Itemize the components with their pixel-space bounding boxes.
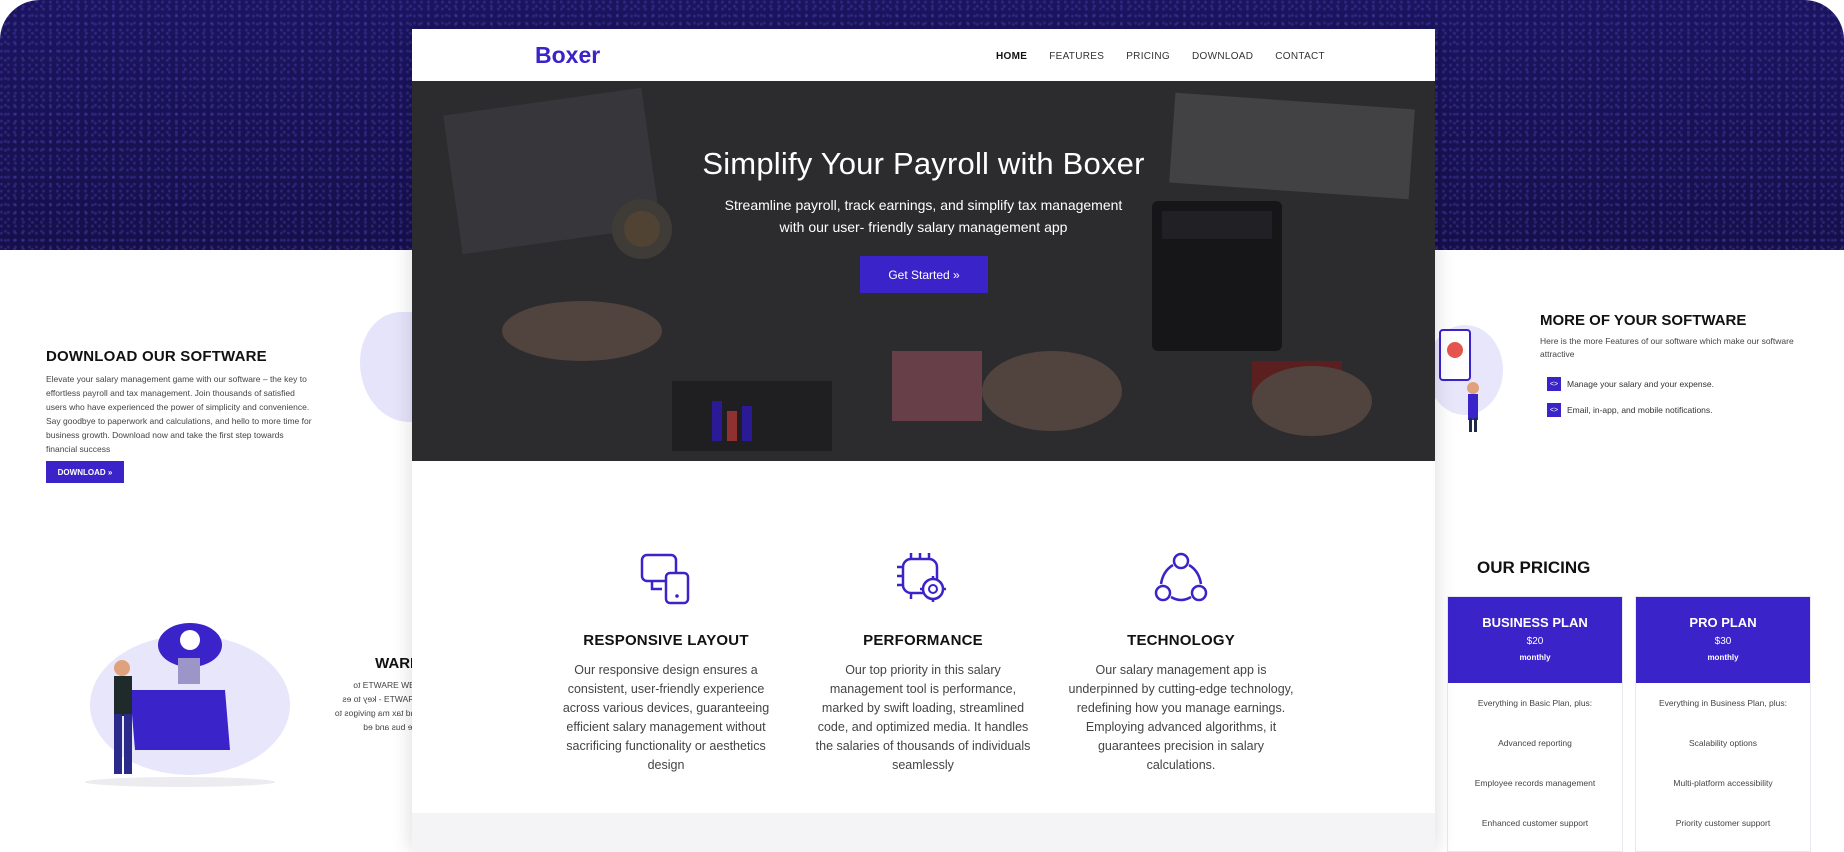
code-icon: <>	[1547, 377, 1561, 391]
more-feature-label: Email, in-app, and mobile notifications.	[1567, 405, 1713, 415]
more-features-title: MORE OF YOUR SOFTWARE	[1540, 312, 1747, 329]
nav-home[interactable]: HOME	[996, 51, 1027, 62]
download-section-title: DOWNLOAD OUR SOFTWARE	[46, 348, 267, 365]
plan-header: BUSINESS PLAN $20 monthly	[1448, 597, 1622, 683]
feature-text: Our salary management app is underpinned…	[1068, 663, 1294, 772]
brand-logo[interactable]: Boxer	[535, 42, 600, 69]
more-feature-item: <> Manage your salary and your expense.	[1547, 377, 1714, 391]
feature-card: RESPONSIVE LAYOUT Our responsive design …	[551, 549, 781, 775]
plan-feature: Everything in Basic Plan, plus:	[1477, 698, 1593, 708]
download-button[interactable]: DOWNLOAD »	[46, 461, 124, 483]
plan-feature: Advanced reporting	[1498, 738, 1572, 748]
code-icon: <>	[1547, 403, 1561, 417]
analytics-illustration	[1435, 325, 1503, 432]
cloud-download-illustration	[85, 623, 290, 787]
showcase-frame: DOWNLOAD OUR SOFTWARE Elevate your salar…	[0, 0, 1844, 852]
features-section: RESPONSIVE LAYOUT Our responsive design …	[412, 461, 1435, 813]
chip-gear-icon	[897, 553, 946, 602]
plan-name: BUSINESS PLAN	[1482, 615, 1588, 630]
navbar: Boxer HOME FEATURES PRICING DOWNLOAD CON…	[412, 29, 1435, 81]
more-feature-item: <> Email, in-app, and mobile notificatio…	[1547, 403, 1713, 417]
next-section-band	[412, 813, 1435, 852]
nav-menu: HOME FEATURES PRICING DOWNLOAD CONTACT	[996, 51, 1325, 62]
devices-icon	[640, 553, 690, 605]
feature-text: Our responsive design ensures a consiste…	[562, 663, 770, 772]
hero-title: Simplify Your Payroll with Boxer	[702, 146, 1145, 181]
feature-title: TECHNOLOGY	[1127, 632, 1235, 649]
plan-feature: Everything in Business Plan, plus:	[1658, 698, 1788, 708]
nav-pricing[interactable]: PRICING	[1126, 51, 1170, 62]
nav-download[interactable]: DOWNLOAD	[1192, 51, 1253, 62]
plan-period: monthly	[1707, 653, 1739, 662]
hero-subtitle-line: with our user- friendly salary managemen…	[779, 219, 1068, 235]
hero-subtitle-line: Streamline payroll, track earnings, and …	[724, 197, 1123, 213]
plan-period: monthly	[1519, 653, 1551, 662]
feature-card: TECHNOLOGY Our salary management app is …	[1066, 549, 1296, 775]
plan-feature: Priority customer support	[1675, 818, 1771, 828]
plan-feature: Enhanced customer support	[1481, 818, 1589, 828]
website-preview: Boxer HOME FEATURES PRICING DOWNLOAD CON…	[412, 29, 1435, 852]
pricing-card-pro: PRO PLAN $30 monthly Everything in Busin…	[1635, 596, 1811, 852]
hero-section: Simplify Your Payroll with Boxer Streaml…	[412, 81, 1435, 461]
mirrored-text: - ƎW ƎЯAWTƎ to ƎЯAWTƎ - key to es and ta…	[334, 680, 420, 732]
hero-subtitle: Streamline payroll, track earnings, and …	[412, 194, 1435, 238]
mirrored-title: ƎЯAW	[375, 655, 420, 672]
more-feature-label: Manage your salary and your expense.	[1567, 379, 1714, 389]
plan-feature: Scalability options	[1688, 738, 1758, 748]
plan-price: $30	[1714, 636, 1732, 647]
nav-features[interactable]: FEATURES	[1049, 51, 1104, 62]
network-icon	[1154, 552, 1208, 602]
plan-name: PRO PLAN	[1689, 615, 1757, 630]
download-section-text: Elevate your salary management game with…	[46, 374, 312, 454]
more-features-text: Here is the more Features of our softwar…	[1540, 336, 1794, 359]
plan-feature: Multi-platform accessibility	[1673, 778, 1773, 788]
feature-text: Our top priority in this salary manageme…	[815, 663, 1031, 772]
get-started-button[interactable]: Get Started »	[860, 256, 988, 293]
plan-header: PRO PLAN $30 monthly	[1636, 597, 1810, 683]
mirrored-section: ƎЯAW - ƎW ƎЯAWTƎ to ƎЯAWTƎ - key to es a…	[330, 655, 420, 734]
feature-title: PERFORMANCE	[863, 632, 983, 649]
left-preview-panel: DOWNLOAD OUR SOFTWARE Elevate your salar…	[0, 250, 450, 852]
pricing-title: OUR PRICING	[1477, 558, 1591, 577]
feature-card: PERFORMANCE Our top priority in this sal…	[808, 549, 1038, 775]
nav-contact[interactable]: CONTACT	[1275, 51, 1325, 62]
plan-price: $20	[1526, 636, 1544, 647]
pricing-card-business: BUSINESS PLAN $20 monthly Everything in …	[1447, 596, 1623, 852]
plan-feature: Employee records management	[1474, 778, 1596, 788]
feature-title: RESPONSIVE LAYOUT	[583, 632, 749, 649]
right-preview-panel: MORE OF YOUR SOFTWARE Here is the more F…	[1435, 250, 1844, 852]
